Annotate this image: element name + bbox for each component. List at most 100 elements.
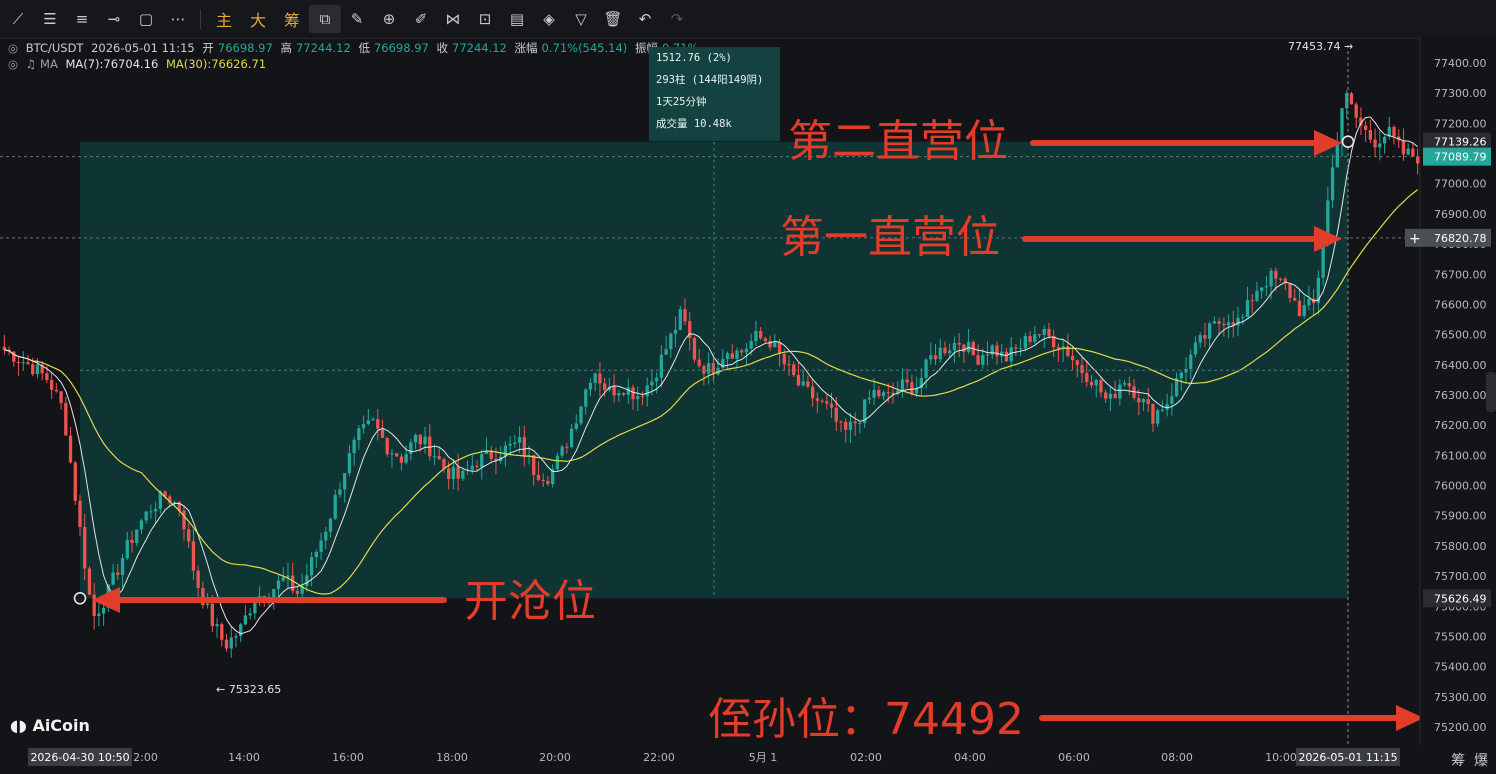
price-tag-open-entry-label: 75626.49	[1434, 592, 1487, 605]
x-start-label: 2026-04-30 10:50	[30, 751, 129, 764]
candle-body	[1321, 240, 1325, 278]
magnet-icon[interactable]: ◈	[533, 0, 565, 38]
annotation-open-entry: 开沧位	[464, 576, 596, 627]
main-indicator-button[interactable]: 主	[207, 7, 241, 31]
candles	[2, 89, 1420, 658]
y-tick-label: 76300.00	[1434, 389, 1487, 402]
pattern-icon[interactable]: ⋈	[437, 0, 469, 38]
candle-body	[659, 354, 664, 378]
candle-body	[1122, 383, 1127, 385]
candle-body	[536, 474, 541, 480]
lock-icon[interactable]: ⊡	[469, 0, 501, 38]
candle-body	[1222, 323, 1226, 326]
candle-body	[1326, 200, 1330, 241]
candle-body	[1156, 410, 1160, 424]
candle-body	[40, 364, 44, 374]
candle-body	[1217, 321, 1221, 324]
candle-body	[182, 510, 186, 530]
candle-body	[1260, 287, 1264, 291]
candle-body	[1132, 386, 1136, 398]
candle-body	[16, 361, 21, 363]
candle-body	[390, 453, 394, 455]
candle-body	[900, 379, 905, 391]
annotation-second-entry: 第二直营位	[788, 116, 1008, 167]
candle-body	[1340, 108, 1344, 144]
candle-body	[1373, 139, 1377, 148]
open-value: 76698.97	[217, 41, 273, 55]
candle-body	[513, 442, 517, 444]
candle-body	[990, 345, 994, 355]
open-label: 开	[202, 41, 214, 55]
candle-body	[376, 419, 380, 429]
hline-icon[interactable]: ⊸	[98, 0, 130, 38]
candle-body	[1028, 335, 1032, 342]
candle-body	[730, 353, 734, 359]
more-icon[interactable]: ⋯	[162, 0, 194, 38]
candle-body	[130, 539, 134, 543]
bell-icon[interactable]: ♫	[26, 57, 36, 71]
candle-body	[1311, 299, 1316, 304]
candle-body	[1368, 130, 1373, 140]
candle-body	[1075, 360, 1079, 366]
price-tag-first-entry-label: 76820.78	[1434, 232, 1487, 245]
y-tick-label: 76800.00	[1434, 238, 1487, 251]
candle-body	[267, 598, 271, 601]
candle-body	[64, 403, 68, 436]
y-tick-label: 76100.00	[1434, 449, 1487, 462]
x-axis-panel	[0, 745, 1496, 774]
datetime-label: 2026-05-01 11:15	[91, 41, 195, 55]
rect-icon[interactable]: ▢	[130, 0, 162, 38]
price-tag-second-entry-label: 77139.26	[1434, 136, 1487, 149]
line-icon[interactable]: ⟋	[2, 0, 34, 38]
zoom-icon[interactable]: ⊕	[373, 0, 405, 38]
y-tick-label: 77200.00	[1434, 117, 1487, 130]
candle-body	[995, 345, 999, 357]
candle-body	[1283, 278, 1287, 284]
candle-body	[210, 603, 214, 627]
ruler-icon[interactable]: ✎	[341, 0, 373, 38]
candle-body	[1226, 322, 1231, 326]
candle-body	[125, 539, 129, 559]
y-tick-label: 77100.00	[1434, 148, 1487, 161]
candle-body	[361, 424, 366, 429]
chip-button[interactable]: 筹	[275, 7, 309, 31]
candle-body	[839, 421, 843, 423]
candle-body	[579, 406, 583, 424]
right-scroll-handle[interactable]	[1486, 372, 1496, 412]
low-marker-label: ← 75323.65	[216, 683, 281, 696]
candle-body	[281, 577, 285, 581]
candle-body	[1004, 351, 1009, 362]
filter-icon[interactable]: ▽	[565, 0, 597, 38]
liquidation-button[interactable]: 爆	[1474, 753, 1488, 769]
candle-body	[413, 434, 418, 443]
trash-icon[interactable]: 🗑	[597, 0, 629, 38]
candle-body	[971, 342, 975, 356]
low-label: 低	[358, 41, 370, 55]
price-tag-current-label: 77089.79	[1434, 151, 1487, 164]
candle-body	[1099, 379, 1103, 393]
select-icon[interactable]: ⧉	[309, 5, 341, 33]
candle-body	[1094, 379, 1098, 386]
candle-body	[1302, 305, 1306, 316]
candle-body	[1378, 143, 1382, 148]
candle-body	[773, 342, 777, 348]
parallel-icon[interactable]: ☰	[34, 0, 66, 38]
candle-body	[1349, 93, 1354, 105]
candle-body	[1316, 277, 1321, 304]
price-tag-current	[1423, 147, 1491, 166]
settings-dot-icon[interactable]: ◎	[8, 41, 18, 55]
brush-icon[interactable]: ✐	[405, 0, 437, 38]
redo-icon[interactable]: ↷	[661, 0, 693, 38]
settings-dot-icon[interactable]: ◎	[8, 57, 18, 71]
undo-icon[interactable]: ↶	[629, 0, 661, 38]
note-icon[interactable]: ▤	[501, 0, 533, 38]
candle-body	[640, 396, 645, 398]
chip-button[interactable]: 筹	[1451, 753, 1465, 769]
candle-body	[683, 309, 687, 322]
toolbar: ⟋ ☰ ≡ ⊸ ▢ ⋯ 主大筹 ⧉ ✎ ⊕ ✐ ⋈ ⊡ ▤ ◈ ▽ 🗑 ↶ ↷	[0, 0, 1496, 39]
big-button[interactable]: 大	[241, 7, 275, 31]
candle-body	[295, 590, 300, 594]
channel-icon[interactable]: ≡	[66, 0, 98, 38]
candle-body	[1160, 409, 1165, 411]
candle-body	[1023, 335, 1027, 348]
